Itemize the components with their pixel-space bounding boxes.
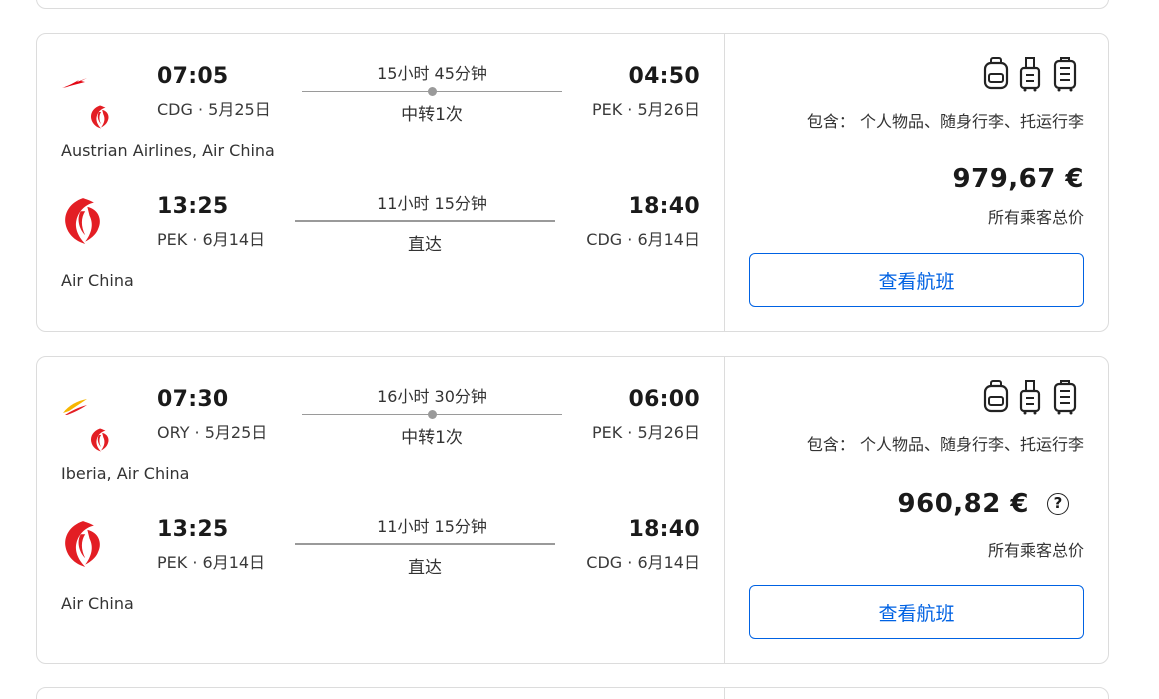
total-price: 960,82 €: [897, 489, 1029, 519]
arrival-time: 06:00: [628, 387, 700, 412]
airline-names: Austrian Airlines, Air China: [61, 141, 275, 160]
air-china-logo: [90, 105, 109, 129]
outbound-airline-logos: [59, 64, 119, 129]
air-china-logo: [90, 428, 109, 452]
checked-bag-icon: [1053, 57, 1077, 92]
route-line: [295, 220, 555, 222]
price-panel: 包含： 个人物品、随身行李、托运行李 960,82 € ? 所有乘客总价 查看航…: [725, 357, 1108, 663]
austrian-airlines-logo: [62, 78, 87, 88]
personal-item-icon: [983, 57, 1009, 90]
stop-dot: [428, 410, 437, 419]
iberia-logo: [63, 399, 87, 415]
flight-result-card-partial-top: [36, 0, 1109, 9]
arrival-airport-date: CDG · 6月14日: [586, 553, 700, 572]
arrival-time: 18:40: [628, 194, 700, 219]
flight-duration: 11小时 15分钟: [377, 517, 487, 536]
departure-airport-date: PEK · 6月14日: [157, 230, 266, 249]
stop-dot: [428, 87, 437, 96]
route-line: [302, 87, 562, 96]
flight-duration: 16小时 30分钟: [377, 387, 487, 406]
total-price: 979,67 €: [952, 164, 1084, 194]
stops-label: 直达: [408, 558, 442, 578]
departure-airport-date: CDG · 5月25日: [157, 100, 271, 119]
route-line: [302, 410, 562, 419]
departure-time: 13:25: [157, 517, 229, 542]
airline-names: Iberia, Air China: [61, 464, 190, 483]
arrival-time: 04:50: [628, 64, 700, 89]
outbound-leg: 07:05 CDG · 5月25日 15小时 45分钟 中转1次 04:50 P…: [37, 54, 724, 184]
arrival-time: 18:40: [628, 517, 700, 542]
price-note: 所有乘客总价: [987, 208, 1084, 227]
arrival-airport-date: PEK · 5月26日: [591, 423, 700, 442]
baggage-included-text: 包含： 个人物品、随身行李、托运行李: [806, 435, 1084, 454]
inbound-airline-logos: [59, 517, 119, 577]
arrival-airport-date: CDG · 6月14日: [586, 230, 700, 249]
price-panel: 包含： 个人物品、随身行李、托运行李 979,67 € 所有乘客总价 查看航班: [725, 34, 1108, 331]
flight-result-card[interactable]: 07:30 ORY · 5月25日 16小时 30分钟 中转1次 06:00 P…: [36, 356, 1109, 664]
airline-names: Air China: [61, 594, 134, 613]
stops-label: 中转1次: [401, 428, 463, 448]
flight-result-card-partial-bottom: [36, 687, 1109, 699]
inbound-airline-logos: [59, 194, 119, 254]
departure-airport-date: ORY · 5月25日: [157, 423, 268, 442]
route-line: [295, 543, 555, 545]
outbound-leg: 07:30 ORY · 5月25日 16小时 30分钟 中转1次 06:00 P…: [37, 377, 724, 507]
departure-time: 07:30: [157, 387, 229, 412]
card-divider: [724, 688, 725, 699]
departure-time: 07:05: [157, 64, 229, 89]
stops-label: 直达: [408, 235, 442, 255]
flight-result-card[interactable]: 07:05 CDG · 5月25日 15小时 45分钟 中转1次 04:50 P…: [36, 33, 1109, 332]
flight-results-page: 07:05 CDG · 5月25日 15小时 45分钟 中转1次 04:50 P…: [0, 0, 1159, 699]
baggage-included-text: 包含： 个人物品、随身行李、托运行李: [806, 112, 1084, 131]
baggage-icons: [966, 379, 1086, 419]
view-flight-button[interactable]: 查看航班: [749, 585, 1084, 639]
personal-item-icon: [983, 380, 1009, 413]
flight-duration: 15小时 45分钟: [377, 64, 487, 83]
flight-duration: 11小时 15分钟: [377, 194, 487, 213]
view-flight-button[interactable]: 查看航班: [749, 253, 1084, 307]
baggage-icons: [966, 56, 1086, 96]
inbound-leg: 13:25 PEK · 6月14日 11小时 15分钟 直达 18:40 CDG…: [37, 184, 724, 314]
arrival-airport-date: PEK · 5月26日: [591, 100, 700, 119]
departure-airport-date: PEK · 6月14日: [157, 553, 266, 572]
checked-bag-icon: [1053, 380, 1077, 415]
price-note: 所有乘客总价: [987, 541, 1084, 560]
carry-on-bag-icon: [1019, 57, 1041, 92]
departure-time: 13:25: [157, 194, 229, 219]
airline-names: Air China: [61, 271, 134, 290]
air-china-logo: [65, 521, 100, 567]
inbound-leg: 13:25 PEK · 6月14日 11小时 15分钟 直达 18:40 CDG…: [37, 507, 724, 637]
price-help-icon[interactable]: ?: [1047, 493, 1069, 515]
stops-label: 中转1次: [401, 105, 463, 125]
outbound-airline-logos: [59, 387, 119, 452]
air-china-logo: [65, 198, 100, 244]
carry-on-bag-icon: [1019, 380, 1041, 415]
